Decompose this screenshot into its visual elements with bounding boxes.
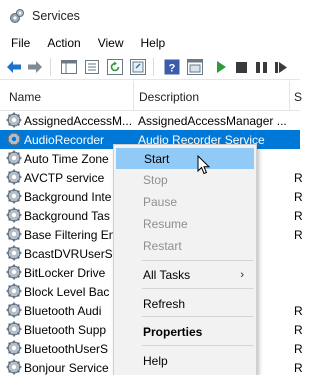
context-menu-item-label: Refresh [143, 297, 186, 311]
help-icon: ? [164, 59, 180, 75]
ctx-stop: Stop [116, 170, 254, 191]
menu-view[interactable]: View [87, 36, 124, 50]
forward-button[interactable] [26, 58, 44, 76]
service-gear-icon [6, 264, 22, 280]
ctx-start[interactable]: Start [116, 148, 254, 169]
service-gear-icon [6, 302, 22, 318]
refresh-button[interactable] [106, 58, 124, 76]
service-description: AssignedAccessManager ... [138, 114, 287, 128]
column-divider[interactable] [133, 81, 134, 111]
context-menu-item-label: Properties [143, 325, 203, 339]
ctx-properties[interactable]: Properties [116, 322, 254, 343]
service-status: R [294, 228, 302, 242]
stop-service-button[interactable] [232, 58, 250, 76]
context-menu-item-label: All Tasks [143, 268, 191, 282]
service-status: R [294, 323, 302, 337]
ctx-pause: Pause [116, 192, 254, 213]
properties-icon [85, 60, 99, 74]
service-status: R [294, 171, 302, 185]
service-gear-icon [6, 245, 22, 261]
service-status: R [294, 361, 302, 375]
service-gear-icon [6, 321, 22, 337]
context-menu-item-label: Start [144, 152, 170, 166]
service-gear-icon [6, 226, 22, 242]
pause-service-icon [255, 61, 267, 73]
column-header-description[interactable]: Description [139, 90, 199, 104]
start-service-button[interactable] [212, 58, 230, 76]
show-console-button[interactable] [186, 58, 204, 76]
service-row[interactable]: AssignedAccessM... AssignedAccessManager … [0, 111, 300, 130]
toolbar: ? [0, 55, 300, 80]
stop-service-icon [235, 61, 247, 73]
service-status: R [294, 190, 302, 204]
export-list-button[interactable] [129, 58, 147, 76]
show-hide-tree-button[interactable] [60, 58, 78, 76]
context-menu-separator [142, 288, 254, 289]
toolbar-separator [50, 58, 51, 76]
ctx-refresh[interactable]: Refresh [116, 294, 254, 315]
title-bar: Services [0, 0, 300, 32]
forward-icon [28, 61, 42, 73]
show-console-icon [187, 59, 203, 75]
context-menu-separator [142, 345, 254, 346]
submenu-arrow-icon: › [240, 269, 244, 281]
help-button[interactable]: ? [163, 58, 181, 76]
menu-help[interactable]: Help [130, 36, 166, 50]
service-gear-icon [6, 359, 22, 375]
service-status: R [294, 342, 302, 356]
properties-button[interactable] [83, 58, 101, 76]
mouse-cursor-icon [197, 155, 211, 175]
service-gear-icon [6, 207, 22, 223]
column-header-status[interactable]: S [294, 90, 302, 104]
menu-action[interactable]: Action [36, 36, 80, 50]
menu-bar: File Action View Help [0, 33, 300, 53]
window-title: Services [32, 9, 80, 23]
toolbar-separator [153, 58, 154, 76]
svg-text:?: ? [169, 63, 176, 75]
context-menu-separator [142, 316, 254, 317]
menu-file[interactable]: File [0, 36, 30, 50]
pause-service-button[interactable] [252, 58, 270, 76]
service-gear-icon [6, 112, 22, 128]
ctx-resume: Resume [116, 214, 254, 235]
ctx-help[interactable]: Help [116, 351, 254, 372]
column-divider[interactable] [289, 81, 290, 111]
restart-service-button[interactable] [272, 58, 290, 76]
ctx-all-tasks[interactable]: All Tasks › [116, 265, 254, 286]
service-gear-icon [6, 340, 22, 356]
column-header-name[interactable]: Name [9, 90, 41, 104]
service-status: R [294, 304, 302, 318]
start-service-icon [217, 61, 226, 73]
services-list-header: Name Description S [0, 81, 302, 111]
context-menu-item-label: Stop [143, 173, 168, 187]
export-list-icon [130, 59, 146, 75]
context-menu: Start Stop Pause Resume Restart All Tasks › Ref… [113, 144, 257, 375]
show-hide-console-tree-icon [61, 60, 77, 74]
context-menu-item-label: Resume [143, 217, 188, 231]
restart-service-icon [275, 61, 287, 73]
service-gear-icon [6, 169, 22, 185]
service-gear-icon [6, 188, 22, 204]
service-gear-icon [6, 283, 22, 299]
service-gear-icon [6, 131, 22, 147]
context-menu-item-label: Pause [143, 195, 178, 209]
context-menu-item-label: Restart [143, 239, 182, 253]
context-menu-separator [142, 260, 254, 261]
back-button[interactable] [5, 58, 23, 76]
services-gear-icon [10, 9, 24, 23]
service-gear-icon [6, 150, 22, 166]
context-menu-item-label: Help [143, 354, 168, 368]
back-icon [7, 61, 21, 73]
ctx-restart: Restart [116, 236, 254, 257]
service-status: R [294, 209, 302, 223]
refresh-icon [107, 59, 123, 75]
service-name: AssignedAccessM... [24, 114, 133, 128]
